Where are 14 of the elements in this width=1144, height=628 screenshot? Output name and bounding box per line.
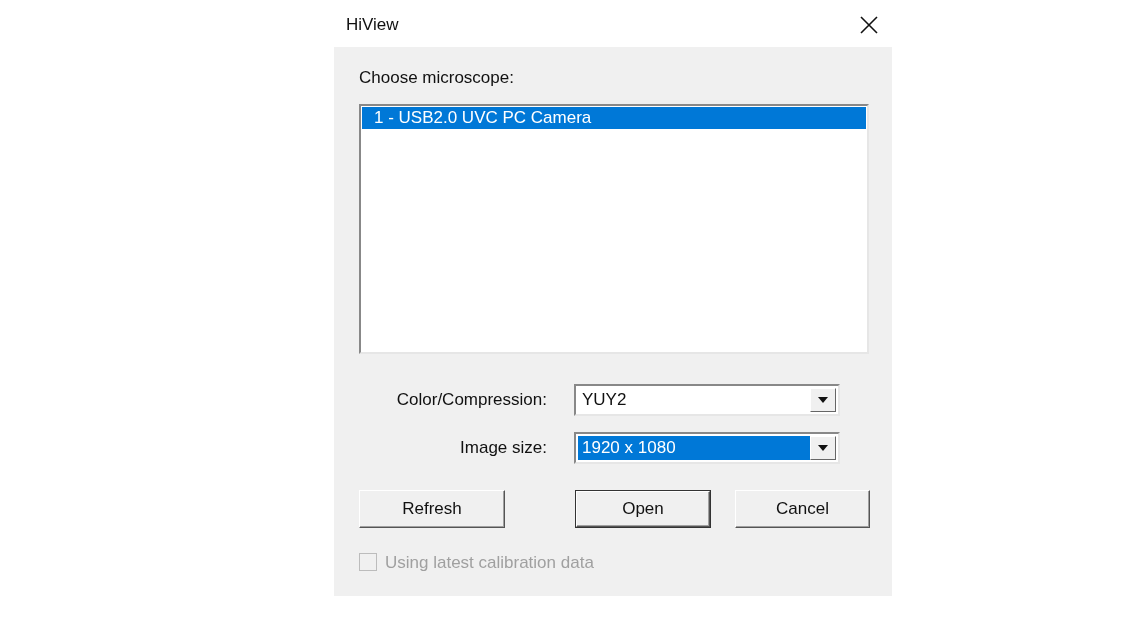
dialog-button[interactable]: Refresh <box>359 489 505 528</box>
list-item[interactable]: 1 - USB2.0 UVC PC Camera <box>362 106 866 129</box>
window-title: HiView <box>346 14 399 37</box>
field-label: Color/Compression: <box>395 388 548 411</box>
field-label: Image size: <box>459 436 548 459</box>
checkbox-label: Using latest calibration data <box>385 551 594 574</box>
dropdown-field[interactable]: YUY2 <box>574 383 840 416</box>
device-listbox[interactable]: 1 - USB2.0 UVC PC Camera <box>359 103 869 354</box>
dropdown-arrow-icon <box>818 396 828 403</box>
dropdown-arrow-icon <box>818 444 828 451</box>
dialog-button[interactable]: Open <box>574 489 711 528</box>
list-label: Choose microscope: <box>359 67 515 89</box>
dropdown-field[interactable]: 1920 x 1080 <box>574 431 840 464</box>
dialog-button[interactable]: Cancel <box>734 489 870 528</box>
